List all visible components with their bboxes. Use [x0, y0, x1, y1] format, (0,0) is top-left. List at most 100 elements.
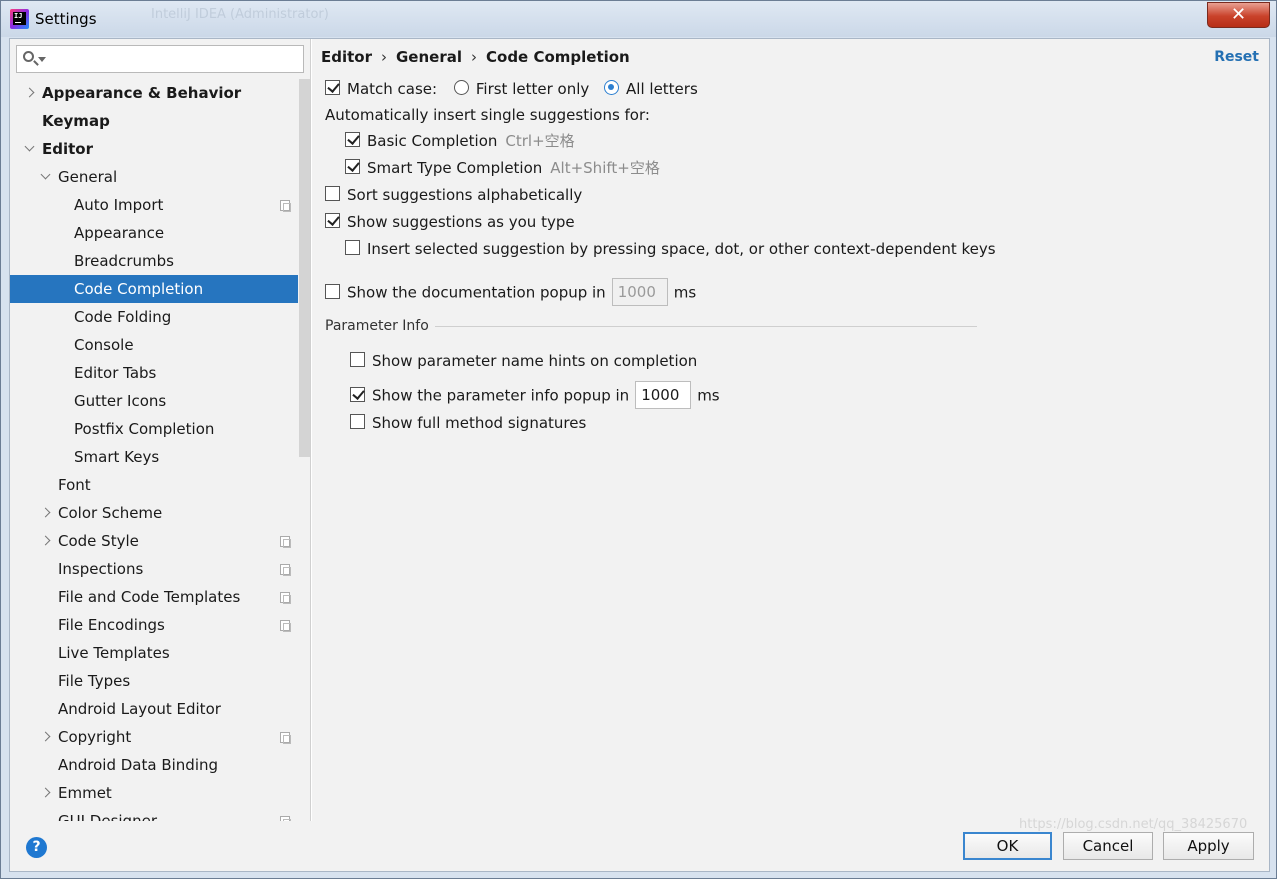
all-letters-radio[interactable] — [604, 80, 620, 95]
param-hints-label: Show parameter name hints on completion — [372, 352, 698, 370]
basic-completion-row: Basic Completion Ctrl+空格 — [345, 131, 575, 151]
smart-completion-shortcut: Alt+Shift+空格 — [550, 159, 660, 177]
match-case-row: Match case: First letter only All letter… — [325, 79, 698, 99]
basic-completion-label: Basic Completion — [367, 132, 498, 150]
doc-popup-delay-input[interactable]: 1000 — [611, 278, 668, 306]
sidebar-item-color-scheme[interactable]: Color Scheme — [10, 499, 310, 527]
doc-popup-checkbox[interactable] — [325, 283, 340, 299]
sidebar-item-file-encodings[interactable]: File Encodings — [10, 611, 310, 639]
sidebar-item-general[interactable]: General — [10, 163, 310, 191]
dialog-content: Appearance & Behavior Keymap Editor General… — [9, 38, 1270, 872]
search-input[interactable] — [16, 45, 304, 73]
close-button[interactable]: ✕ — [1207, 2, 1270, 28]
sidebar-item-label: Editor Tabs — [74, 364, 157, 382]
basic-completion-checkbox[interactable] — [345, 132, 360, 147]
first-letter-radio[interactable] — [453, 80, 469, 95]
chevron-right-icon[interactable] — [40, 723, 52, 751]
sidebar-item-label: Font — [58, 476, 91, 494]
sidebar-item-console[interactable]: Console — [10, 331, 310, 359]
background-window-title: IntelliJ IDEA (Administrator) — [151, 7, 329, 22]
sidebar-item-font[interactable]: Font — [10, 471, 310, 499]
chevron-right-icon[interactable] — [40, 499, 52, 527]
full-signatures-label: Show full method signatures — [372, 414, 587, 432]
breadcrumb-general[interactable]: General — [396, 48, 462, 66]
match-case-checkbox[interactable] — [325, 80, 340, 95]
sidebar-item-label: Breadcrumbs — [74, 252, 174, 270]
doc-popup-row: Show the documentation popup in 1000 ms — [325, 278, 697, 307]
sort-alpha-row: Sort suggestions alphabetically — [325, 185, 582, 205]
param-popup-delay-input[interactable]: 1000 — [635, 381, 692, 409]
sidebar-item-postfix-completion[interactable]: Postfix Completion — [10, 415, 310, 443]
sidebar-item-code-folding[interactable]: Code Folding — [10, 303, 310, 331]
sidebar-item-keymap[interactable]: Keymap — [10, 107, 310, 135]
sidebar-item-smart-keys[interactable]: Smart Keys — [10, 443, 310, 471]
sidebar-item-label: Color Scheme — [58, 504, 163, 522]
sidebar-item-gutter-icons[interactable]: Gutter Icons — [10, 387, 310, 415]
sidebar-item-android-data-binding[interactable]: Android Data Binding — [10, 751, 310, 779]
help-icon[interactable]: ? — [26, 837, 47, 858]
sidebar-item-appearance[interactable]: Appearance — [10, 219, 310, 247]
window-title: Settings — [35, 10, 97, 28]
sidebar-item-editor[interactable]: Editor — [10, 135, 310, 163]
title-bar[interactable]: IJ Settings IntelliJ IDEA (Administrator… — [1, 1, 1276, 37]
sidebar-item-emmet[interactable]: Emmet — [10, 779, 310, 807]
show-as-type-checkbox[interactable] — [325, 213, 340, 228]
settings-panel: Editor › General › Code Completion Reset Mat… — [312, 39, 1269, 821]
insert-selected-label: Insert selected suggestion by pressing s… — [367, 240, 996, 258]
insert-selected-checkbox[interactable] — [345, 240, 360, 255]
sidebar-item-label: Editor — [42, 140, 93, 158]
apply-button[interactable]: Apply — [1163, 832, 1254, 860]
param-popup-row: Show the parameter info popup in 1000 ms — [350, 381, 720, 410]
cancel-button[interactable]: Cancel — [1063, 832, 1153, 860]
show-as-type-row: Show suggestions as you type — [325, 212, 575, 232]
sidebar-item-label: Keymap — [42, 112, 110, 130]
smart-completion-label: Smart Type Completion — [367, 159, 543, 177]
sidebar-item-file-types[interactable]: File Types — [10, 667, 310, 695]
sidebar-item-breadcrumbs[interactable]: Breadcrumbs — [10, 247, 310, 275]
breadcrumb-separator: › — [381, 48, 387, 66]
ok-button[interactable]: OK — [963, 832, 1052, 860]
sidebar-item-label: Code Style — [58, 532, 139, 550]
sidebar-item-android-layout-editor[interactable]: Android Layout Editor — [10, 695, 310, 723]
sidebar-item-copyright[interactable]: Copyright — [10, 723, 310, 751]
full-signatures-checkbox[interactable] — [350, 414, 365, 429]
insert-selected-row: Insert selected suggestion by pressing s… — [345, 239, 996, 259]
sidebar-item-code-style[interactable]: Code Style — [10, 527, 310, 555]
param-popup-label: Show the parameter info popup in — [372, 386, 630, 405]
first-letter-label: First letter only — [475, 80, 590, 98]
param-popup-unit: ms — [697, 386, 720, 405]
sidebar-item-inspections[interactable]: Inspections — [10, 555, 310, 583]
chevron-down-icon[interactable] — [40, 163, 52, 191]
sidebar-item-label: General — [58, 168, 118, 186]
chevron-right-icon[interactable] — [40, 527, 52, 555]
chevron-down-icon[interactable] — [24, 135, 36, 163]
param-hints-checkbox[interactable] — [350, 352, 365, 367]
sidebar-item-code-completion[interactable]: Code Completion — [10, 275, 310, 303]
sidebar-item-label: File Types — [58, 672, 131, 690]
chevron-down-icon[interactable] — [38, 57, 46, 62]
sidebar-item-label: Postfix Completion — [74, 420, 215, 438]
smart-completion-checkbox[interactable] — [345, 159, 360, 174]
sidebar-item-label: Appearance & Behavior — [42, 84, 242, 102]
sidebar-item-gui-designer[interactable]: GUI Designer — [10, 807, 310, 821]
sidebar-item-appearance-behavior[interactable]: Appearance & Behavior — [10, 79, 310, 107]
sort-alpha-label: Sort suggestions alphabetically — [347, 186, 583, 204]
sidebar-item-label: Copyright — [58, 728, 132, 746]
sidebar-item-auto-import[interactable]: Auto Import — [10, 191, 310, 219]
param-popup-checkbox[interactable] — [350, 386, 365, 402]
sidebar-item-live-templates[interactable]: Live Templates — [10, 639, 310, 667]
sidebar-item-label: Auto Import — [74, 196, 164, 214]
sidebar-item-file-and-code-templates[interactable]: File and Code Templates — [10, 583, 310, 611]
intellij-app-icon: IJ — [10, 9, 29, 29]
sidebar-item-label: Gutter Icons — [74, 392, 167, 410]
auto-insert-label: Automatically insert single suggestions … — [325, 106, 650, 124]
sidebar-scroll-thumb[interactable] — [299, 79, 310, 457]
reset-link[interactable]: Reset — [1214, 49, 1259, 65]
doc-popup-unit: ms — [673, 283, 697, 302]
breadcrumb-editor[interactable]: Editor — [321, 48, 372, 66]
chevron-right-icon[interactable] — [24, 79, 36, 107]
show-as-type-label: Show suggestions as you type — [347, 213, 575, 231]
sort-alpha-checkbox[interactable] — [325, 186, 340, 201]
chevron-right-icon[interactable] — [40, 779, 52, 807]
sidebar-item-editor-tabs[interactable]: Editor Tabs — [10, 359, 310, 387]
